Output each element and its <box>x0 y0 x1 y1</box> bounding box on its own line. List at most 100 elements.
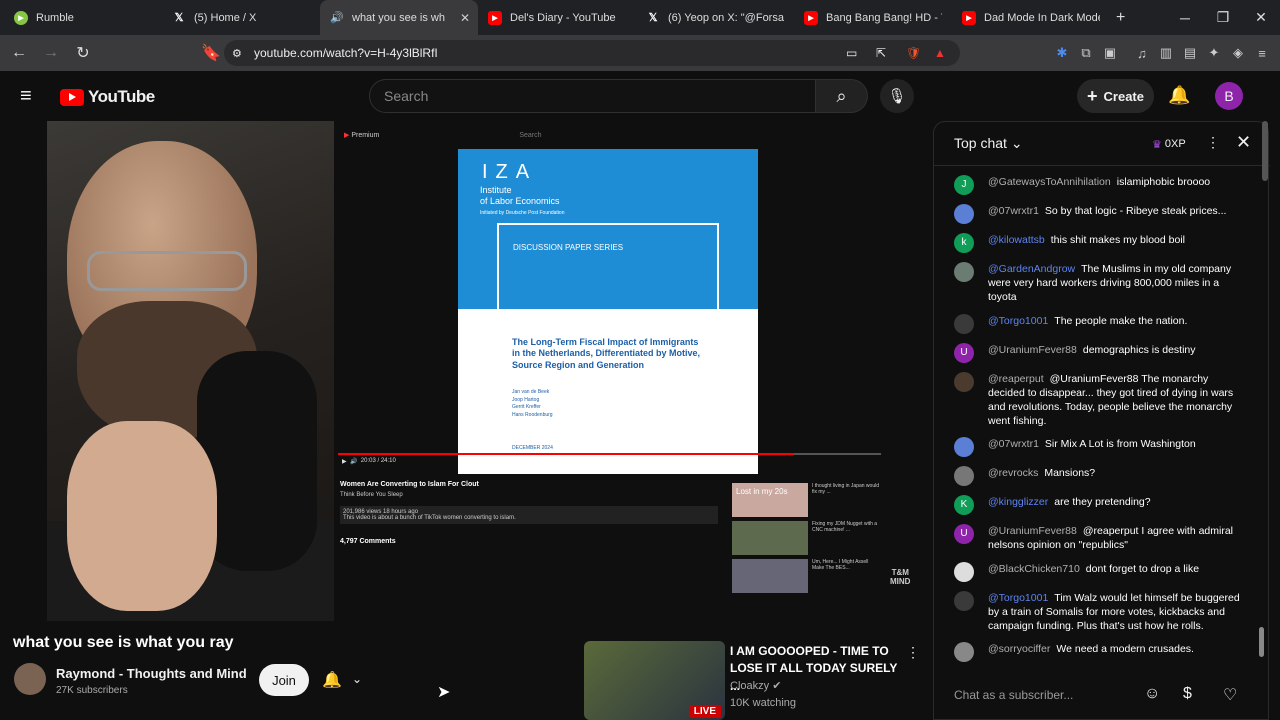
site-info-icon[interactable]: ⚙ <box>232 47 242 60</box>
chat-message[interactable]: @sorryociffer We need a modern crusades. <box>934 639 1254 662</box>
screenshot-icon[interactable]: ▣ <box>1098 45 1122 61</box>
chat-message[interactable]: U @UraniumFever88 @reaperput I agree with … <box>934 521 1254 558</box>
chat-message[interactable]: U @UraniumFever88 demographics is destiny <box>934 340 1254 369</box>
chat-avatar[interactable] <box>954 437 974 458</box>
account-avatar[interactable]: B <box>1215 82 1243 110</box>
chat-author[interactable]: @Torgo1001 <box>988 315 1048 327</box>
leo-ai-icon[interactable]: ✦ <box>1202 45 1226 61</box>
heart-icon[interactable]: ♡ <box>1223 685 1237 705</box>
chat-input[interactable]: Chat as a subscriber... <box>954 681 1144 709</box>
subscribe-bell-icon[interactable]: 🔔 <box>322 670 342 690</box>
chat-menu-icon[interactable]: ⋮ <box>1206 134 1220 151</box>
wallet-icon[interactable]: ▤ <box>1178 45 1202 61</box>
chat-avatar[interactable] <box>954 590 974 611</box>
chat-message[interactable]: @Torgo1001 Tim Walz would let himself be … <box>934 588 1254 640</box>
chat-avatar[interactable] <box>954 561 974 582</box>
chat-message[interactable]: @revrocks Mansions? <box>934 463 1254 492</box>
chat-author[interactable]: @UraniumFever88 <box>988 525 1077 537</box>
chat-avatar[interactable] <box>954 204 974 224</box>
music-icon[interactable]: ♫ <box>1130 46 1154 61</box>
chat-avatar[interactable]: U <box>954 342 974 363</box>
chat-message[interactable]: @GardenAndgrow The Muslims in my old comp… <box>934 259 1254 311</box>
super-chat-icon[interactable]: $ <box>1183 685 1192 703</box>
chat-avatar[interactable]: k <box>954 233 974 253</box>
youtube-logo[interactable]: YouTube <box>60 87 155 107</box>
chat-author[interactable]: @BlackChicken710 <box>988 563 1080 575</box>
chat-avatar[interactable] <box>954 371 974 392</box>
page-scrollbar[interactable] <box>1262 121 1268 181</box>
emoji-icon[interactable]: ☺ <box>1144 685 1160 703</box>
chat-avatar[interactable] <box>954 642 974 662</box>
chat-message[interactable]: @BlackChicken710 dont forget to drop a li… <box>934 559 1254 588</box>
forward-icon[interactable]: → <box>38 44 64 62</box>
chat-avatar[interactable] <box>954 466 974 487</box>
browser-tab[interactable]: 𝕏 (6) Yeop on X: "@Forsaken <box>636 0 794 35</box>
recommended-channel[interactable]: Cloakzy ✔ <box>730 679 781 692</box>
sidebar-icon[interactable]: ▥ <box>1154 45 1178 61</box>
chat-avatar[interactable]: J <box>954 175 974 195</box>
new-tab-button[interactable]: + <box>1116 9 1125 27</box>
search-input[interactable]: Search <box>369 79 816 113</box>
browser-tab[interactable]: 𝕏 (5) Home / X <box>162 0 320 35</box>
share-icon[interactable]: ⇱ <box>876 46 886 60</box>
chat-author[interactable]: @kilowattsb <box>988 234 1045 246</box>
chat-author[interactable]: @sorryociffer <box>988 643 1050 655</box>
chat-message[interactable]: @07wrxtr1 So by that logic - Ribeye steak… <box>934 201 1254 230</box>
puzzle-icon[interactable]: ⧉ <box>1074 45 1098 61</box>
chat-messages[interactable]: J @GatewaysToAnnihilation islamiphobic bro… <box>934 172 1254 662</box>
close-window-icon[interactable]: ✕ <box>1242 9 1280 26</box>
chevron-down-icon[interactable]: ⌄ <box>352 672 362 686</box>
chat-author[interactable]: @07wrxtr1 <box>988 438 1039 450</box>
chat-author[interactable]: @UraniumFever88 <box>988 344 1077 356</box>
chat-message[interactable]: k @kilowattsb this shit makes my blood boi… <box>934 230 1254 259</box>
chat-author[interactable]: @revrocks <box>988 467 1038 479</box>
chat-author[interactable]: @GardenAndgrow <box>988 263 1075 275</box>
browser-tab[interactable]: ▶ Dad Mode In Dark Mode <box>952 0 1110 35</box>
close-icon[interactable]: ✕ <box>1236 132 1251 153</box>
notifications-bell-icon[interactable]: 🔔 <box>1168 85 1190 106</box>
chat-message[interactable]: @07wrxtr1 Sir Mix A Lot is from Washingto… <box>934 434 1254 463</box>
menu-icon[interactable]: ≡ <box>1250 46 1274 61</box>
maximize-icon[interactable]: ❐ <box>1204 9 1242 26</box>
browser-tab[interactable]: ▶ Del's Diary - YouTube <box>478 0 636 35</box>
browser-tab[interactable]: ▶ Rumble <box>4 0 162 35</box>
reload-icon[interactable]: ↻ <box>70 43 96 63</box>
minimize-icon[interactable]: ─ <box>1166 10 1204 26</box>
chat-avatar[interactable] <box>954 262 974 282</box>
vpn-icon[interactable]: ◈ <box>1226 45 1250 61</box>
extension-icon[interactable]: ✱ <box>1050 45 1074 61</box>
browser-tab[interactable]: ▶ Bang Bang Bang! HD - Yo <box>794 0 952 35</box>
chat-author[interactable]: @reaperput <box>988 373 1044 385</box>
channel-avatar[interactable] <box>14 663 46 695</box>
bookmark-icon[interactable]: 🔖 <box>198 43 224 63</box>
chat-avatar[interactable] <box>954 313 974 334</box>
guide-menu-icon[interactable]: ≡ <box>20 85 32 108</box>
chat-scrollbar[interactable] <box>1259 627 1264 657</box>
brave-shield-icon[interactable]: 🛡 <box>906 46 921 60</box>
cast-icon[interactable]: ▭ <box>846 46 857 60</box>
channel-name[interactable]: Raymond - Thoughts and Mind <box>56 666 247 681</box>
voice-search-button[interactable]: 🎙 <box>880 79 914 113</box>
chat-message[interactable]: K @kingglizzer are they pretending? <box>934 492 1254 521</box>
url-field[interactable]: ⚙ youtube.com/watch?v=H-4y3lBlRfI ▭ ⇱ 🛡 … <box>224 40 960 66</box>
chat-message[interactable]: @Torgo1001 The people make the nation. <box>934 311 1254 340</box>
more-options-icon[interactable]: ⋮ <box>906 644 920 661</box>
chat-message[interactable]: J @GatewaysToAnnihilation islamiphobic bro… <box>934 172 1254 201</box>
create-button[interactable]: + Create <box>1077 79 1154 113</box>
chat-author[interactable]: @Torgo1001 <box>988 592 1048 604</box>
close-tab-icon[interactable]: ✕ <box>460 11 470 25</box>
search-button[interactable]: ⌕ <box>816 79 868 113</box>
join-button[interactable]: Join <box>259 664 309 696</box>
back-icon[interactable]: ← <box>6 44 32 62</box>
brave-rewards-icon[interactable]: ▲ <box>934 46 946 60</box>
chat-avatar[interactable]: K <box>954 495 974 516</box>
chat-avatar[interactable]: U <box>954 524 974 545</box>
chat-message[interactable]: @reaperput @UraniumFever88 The monarchy d… <box>934 369 1254 435</box>
xp-badge[interactable]: ♛ 0XP <box>1152 134 1186 154</box>
chat-author[interactable]: @07wrxtr1 <box>988 205 1039 217</box>
chat-author[interactable]: @kingglizzer <box>988 496 1048 508</box>
top-chat-dropdown[interactable]: Top chat ⌄ <box>954 135 1023 152</box>
recommended-thumbnail[interactable]: LIVE <box>584 641 725 720</box>
chat-author[interactable]: @GatewaysToAnnihilation <box>988 176 1111 188</box>
video-player[interactable]: ▶ Premium Search IZA Institute of Labor E… <box>47 121 885 621</box>
